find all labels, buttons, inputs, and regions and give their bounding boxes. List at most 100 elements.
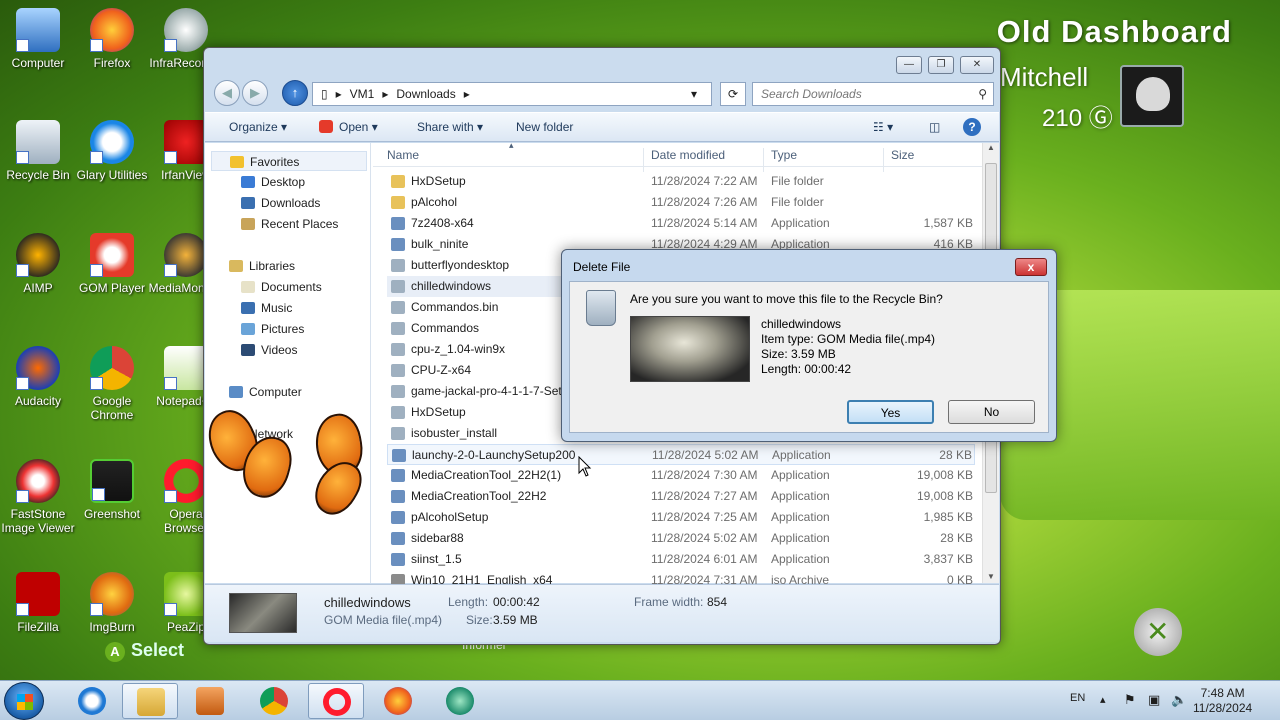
back-button[interactable]: ◀ (214, 80, 240, 106)
file-row[interactable]: pAlcoholSetup 11/28/2024 7:25 AM Applicati… (387, 507, 975, 528)
preview-pane-icon[interactable]: ◫ (929, 120, 940, 134)
taskbar-media-player[interactable] (182, 683, 238, 719)
xbox-logo-icon (1134, 608, 1182, 656)
view-options-icon[interactable]: ☷ ▾ (873, 120, 893, 134)
show-hidden-icons-icon[interactable]: ▴ (1100, 693, 1106, 706)
file-row[interactable]: launchy-2-0-LaunchySetup200 11/28/2024 5:… (387, 444, 975, 465)
nav-downloads[interactable]: Downloads (241, 193, 320, 213)
action-center-flag-icon[interactable]: ⚑ (1124, 692, 1136, 708)
system-clock[interactable]: 7:48 AM 11/28/2024 (1193, 686, 1252, 716)
file-type: Application (771, 216, 830, 230)
file-size: 1,587 KB (923, 216, 973, 230)
nav-videos[interactable]: Videos (241, 340, 297, 360)
mouse-cursor-icon (578, 456, 592, 477)
desktop-icon (241, 176, 255, 188)
organize-button[interactable]: Organize ▾ (229, 120, 287, 134)
forward-button[interactable]: ▶ (242, 80, 268, 106)
file-row[interactable]: sidebar88 11/28/2024 5:02 AM Application 28… (387, 528, 975, 549)
dialog-size: Size: 3.59 MB (761, 347, 836, 361)
taskbar-chrome[interactable] (246, 683, 302, 719)
file-row[interactable]: pAlcohol 11/28/2024 7:26 AM File folder (387, 192, 975, 213)
nav-documents[interactable]: Documents (241, 277, 322, 297)
file-date: 11/28/2024 6:01 AM (651, 552, 758, 566)
file-type: File folder (771, 174, 824, 188)
file-name: bulk_ninite (411, 237, 469, 251)
desktop-icon-chrome[interactable]: Google Chrome (74, 346, 150, 422)
nav-computer[interactable]: Computer (229, 382, 302, 402)
scroll-down-icon[interactable]: ▼ (987, 572, 995, 581)
nav-libraries[interactable]: Libraries (229, 256, 295, 276)
column-name[interactable]: Name (387, 148, 419, 162)
file-name: isobuster_install (411, 426, 498, 440)
taskbar-firefox[interactable] (370, 683, 426, 719)
breadcrumb-vm1[interactable]: VM1 (350, 87, 375, 101)
up-arrow-button[interactable]: ↑ (282, 80, 308, 106)
taskbar-internet-explorer[interactable] (64, 683, 120, 719)
file-type: Application (771, 552, 830, 566)
file-name: chilledwindows (411, 279, 492, 293)
file-icon (391, 406, 405, 419)
file-row[interactable]: MediaCreationTool_22H2 11/28/2024 7:27 AM… (387, 486, 975, 507)
details-length-value: 00:00:42 (493, 595, 540, 609)
column-type[interactable]: Type (771, 148, 797, 162)
file-row[interactable]: siinst_1.5 11/28/2024 6:01 AM Application 3… (387, 549, 975, 570)
explorer-titlebar[interactable]: — ❐ ✕ (204, 48, 1000, 82)
file-icon (391, 175, 405, 188)
start-button[interactable] (4, 682, 44, 720)
desktop-icon-greenshot[interactable]: Greenshot (74, 459, 150, 521)
close-button[interactable]: ✕ (960, 56, 994, 74)
desktop-icon-gom-player[interactable]: GOM Player (74, 233, 150, 295)
desktop-icon-aimp[interactable]: AIMP (0, 233, 76, 295)
column-size[interactable]: Size (891, 148, 914, 162)
nav-favorites[interactable]: Favorites (211, 151, 367, 171)
share-with-button[interactable]: Share with ▾ (417, 120, 483, 134)
taskbar-browser[interactable] (432, 683, 488, 719)
desktop-icon-firefox[interactable]: Firefox (74, 8, 150, 70)
file-row[interactable]: 7z2408-x64 11/28/2024 5:14 AM Application 1… (387, 213, 975, 234)
desktop-icon-computer[interactable]: Computer (0, 8, 76, 70)
file-row[interactable]: HxDSetup 11/28/2024 7:22 AM File folder (387, 171, 975, 192)
nav-music[interactable]: Music (241, 298, 292, 318)
search-input[interactable]: Search Downloads ⚲ (752, 82, 994, 106)
file-icon (391, 280, 405, 293)
chrome-icon (90, 346, 134, 390)
chrome-icon (260, 687, 288, 715)
address-bar[interactable]: ▯ ▸ VM1 ▸ Downloads ▸ ▾ (312, 82, 712, 106)
desktop-icon-imgburn[interactable]: ImgBurn (74, 572, 150, 634)
nav-pictures[interactable]: Pictures (241, 319, 304, 339)
network-icon[interactable]: ▣ (1148, 692, 1160, 708)
column-date-modified[interactable]: Date modified (651, 148, 725, 162)
file-date: 11/28/2024 7:22 AM (651, 174, 758, 188)
nav-desktop[interactable]: Desktop (241, 172, 305, 192)
desktop-icon-audacity[interactable]: Audacity (0, 346, 76, 408)
desktop-icon-filezilla[interactable]: FileZilla (0, 572, 76, 634)
breadcrumb-downloads[interactable]: Downloads (396, 87, 455, 101)
minimize-button[interactable]: — (896, 56, 922, 74)
file-row[interactable]: MediaCreationTool_22H2(1) 11/28/2024 7:30… (387, 465, 975, 486)
desktop-icon-glary[interactable]: Glary Utilities (74, 120, 150, 182)
desktop-icon-faststone[interactable]: FastStone Image Viewer (0, 459, 76, 535)
yes-button[interactable]: Yes (847, 400, 934, 424)
firefox-icon (90, 8, 134, 52)
maximize-button[interactable]: ❐ (928, 56, 954, 74)
taskbar-windows-explorer[interactable] (122, 683, 178, 719)
address-dropdown-icon[interactable]: ▾ (691, 83, 697, 105)
scroll-up-icon[interactable]: ▲ (983, 143, 999, 152)
volume-muted-icon[interactable]: 🔈 (1171, 692, 1187, 708)
taskbar-opera[interactable] (308, 683, 364, 719)
open-button[interactable]: Open ▾ (319, 120, 378, 134)
nav-recent-places[interactable]: Recent Places (241, 214, 338, 234)
dialog-close-button[interactable]: x (1015, 258, 1047, 276)
no-button[interactable]: No (948, 400, 1035, 424)
refresh-icon[interactable]: ⟳ (720, 82, 746, 106)
language-indicator[interactable]: EN (1070, 692, 1085, 704)
navigation-pane: Favorites Desktop Downloads Recent Place… (205, 143, 371, 583)
imgburn-icon (90, 572, 134, 616)
help-icon[interactable]: ? (963, 118, 981, 136)
new-folder-button[interactable]: New folder (516, 120, 573, 134)
file-icon (391, 469, 405, 482)
mediamonkey-icon (164, 233, 208, 277)
desktop-icon-recycle-bin[interactable]: Recycle Bin (0, 120, 76, 182)
dialog-message: Are you sure you want to move this file … (630, 292, 943, 306)
file-type: Application (771, 510, 830, 524)
